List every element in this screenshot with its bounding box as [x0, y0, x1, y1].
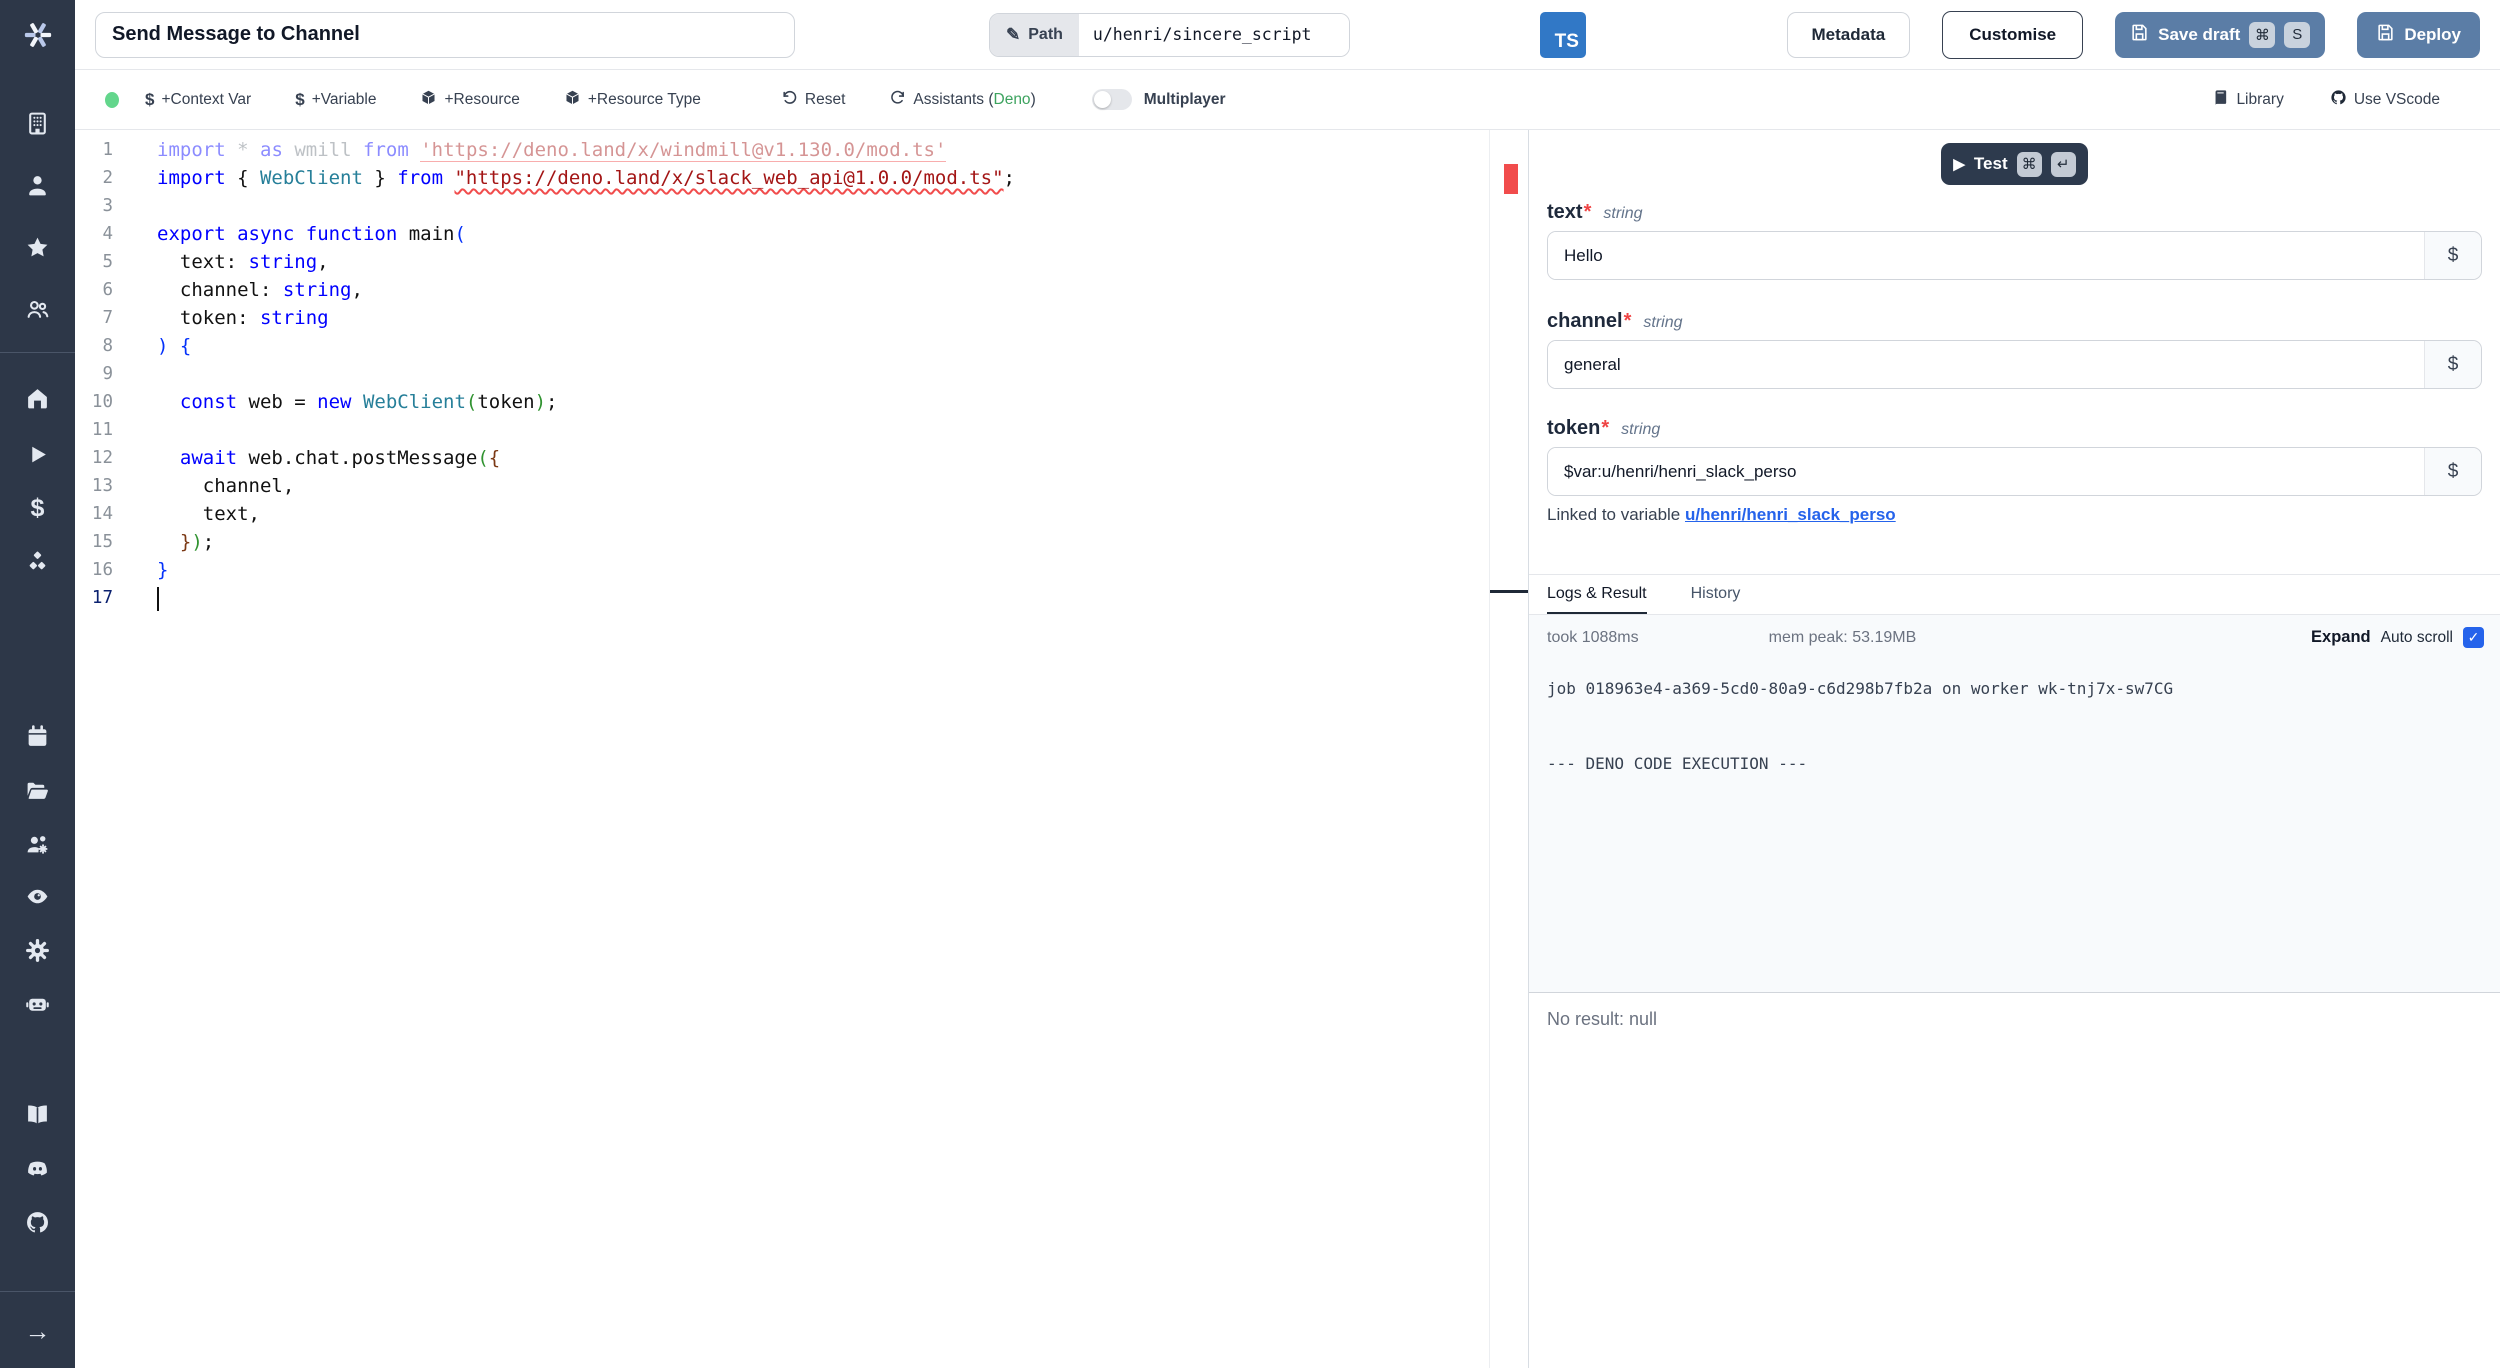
cube-icon — [564, 89, 581, 111]
schedules-calendar-icon[interactable] — [25, 723, 51, 749]
typescript-badge: TS — [1540, 12, 1586, 58]
multiplayer-label: Multiplayer — [1144, 91, 1226, 109]
variables-dollar-icon[interactable]: $ — [25, 495, 51, 521]
result-text: No result: null — [1547, 1009, 1657, 1029]
assistants-lang: Deno — [994, 91, 1031, 108]
dollar-icon: $ — [295, 90, 304, 110]
resources-boxes-icon[interactable] — [25, 549, 51, 575]
cube-icon — [420, 89, 437, 111]
top-header: ✎ Path TS Metadata Customise Save draft … — [75, 0, 2500, 70]
runs-play-icon[interactable] — [25, 441, 51, 467]
channel-field-wrap: $ — [1547, 340, 2482, 389]
insert-variable-button[interactable]: $ — [2424, 341, 2481, 388]
settings-gear-icon[interactable] — [25, 937, 51, 963]
multiplayer-toggle[interactable] — [1092, 89, 1132, 110]
linked-variable-link[interactable]: u/henri/henri_slack_perso — [1685, 505, 1896, 524]
use-vscode-button[interactable]: Use VScode — [2330, 89, 2440, 111]
book-icon — [2212, 89, 2229, 111]
preview-panel: ▶ Test ⌘ ↵ text* string $ — [1528, 130, 2500, 1368]
channel-field-input[interactable] — [1548, 341, 2424, 388]
home-icon[interactable] — [25, 385, 51, 411]
token-field-input[interactable] — [1548, 448, 2424, 495]
add-context-var-button[interactable]: $ +Context Var — [145, 90, 251, 110]
ai-robot-icon[interactable] — [25, 991, 51, 1017]
path-label[interactable]: ✎ Path — [990, 14, 1079, 56]
reset-button[interactable]: Reset — [781, 89, 846, 111]
path-value-input[interactable] — [1079, 14, 1349, 56]
add-variable-button[interactable]: $ +Variable — [295, 90, 376, 110]
folders-icon[interactable] — [25, 777, 51, 803]
add-resource-type-button[interactable]: +Resource Type — [564, 89, 701, 111]
discord-icon[interactable] — [25, 1155, 51, 1181]
save-icon — [2130, 23, 2149, 47]
save-draft-button[interactable]: Save draft ⌘ S — [2115, 12, 2325, 58]
code-lines: 1import * as wmill from 'https://deno.la… — [75, 136, 1528, 612]
field-label-channel: channel* string — [1547, 310, 2482, 333]
run-stats-bar: took 1088ms mem peak: 53.19MB Expand Aut… — [1529, 615, 2500, 660]
enter-key-badge: ↵ — [2051, 152, 2076, 177]
log-area[interactable]: job 018963e4-a369-5cd0-80a9-c6d298b7fb2a… — [1529, 660, 2500, 993]
pencil-icon: ✎ — [1006, 25, 1020, 45]
customise-button[interactable]: Customise — [1942, 11, 2083, 59]
log-output: job 018963e4-a369-5cd0-80a9-c6d298b7fb2a… — [1547, 676, 2482, 776]
token-field-wrap: $ — [1547, 447, 2482, 496]
metadata-button[interactable]: Metadata — [1787, 12, 1911, 58]
windmill-logo-icon[interactable] — [0, 0, 75, 70]
dollar-icon: $ — [145, 90, 154, 110]
text-field-input[interactable] — [1548, 232, 2424, 279]
deploy-button[interactable]: Deploy — [2357, 12, 2480, 58]
favorites-star-icon[interactable] — [25, 234, 51, 260]
code-editor[interactable]: 1import * as wmill from 'https://deno.la… — [75, 130, 1528, 1368]
cmd-key-badge: ⌘ — [2017, 152, 2042, 177]
autoscroll-checkbox[interactable]: ✓ — [2463, 627, 2484, 648]
save-icon — [2376, 23, 2395, 47]
s-key-badge: S — [2284, 22, 2310, 48]
refresh-icon — [889, 89, 906, 111]
result-area: No result: null — [1529, 993, 2500, 1368]
error-overview-marker — [1504, 164, 1518, 194]
result-tabs: Logs & Result History — [1529, 575, 2500, 615]
splitter-handle[interactable] — [1490, 590, 1528, 593]
github-icon[interactable] — [25, 1209, 51, 1235]
tab-history[interactable]: History — [1691, 575, 1741, 614]
run-duration: took 1088ms — [1547, 629, 1639, 647]
workspace-building-icon[interactable] — [25, 110, 51, 136]
collapse-arrow-icon[interactable]: → — [25, 1318, 51, 1344]
test-args-section: ▶ Test ⌘ ↵ text* string $ — [1529, 130, 2500, 575]
editor-toolbar: $ +Context Var $ +Variable +Resource +Re… — [75, 70, 2500, 130]
add-resource-button[interactable]: +Resource — [420, 89, 519, 111]
groups-admin-icon[interactable] — [25, 831, 51, 857]
insert-variable-button[interactable]: $ — [2424, 232, 2481, 279]
editor-right-edge — [1489, 130, 1490, 1368]
tab-logs-result[interactable]: Logs & Result — [1547, 575, 1647, 614]
audit-eye-icon[interactable] — [25, 883, 51, 909]
docs-book-icon[interactable] — [25, 1101, 51, 1127]
connection-status-dot — [105, 92, 119, 108]
insert-variable-button[interactable]: $ — [2424, 448, 2481, 495]
check-icon: ✓ — [2468, 629, 2480, 646]
sidebar: $ — [0, 0, 75, 1368]
path-group[interactable]: ✎ Path — [989, 13, 1350, 57]
cmd-key-badge: ⌘ — [2249, 22, 2275, 48]
mem-peak: mem peak: 53.19MB — [1769, 629, 1917, 647]
expand-button[interactable]: Expand — [2311, 628, 2371, 647]
autoscroll-label: Auto scroll — [2381, 629, 2453, 647]
field-label-token: token* string — [1547, 417, 2482, 440]
undo-icon — [781, 89, 798, 111]
play-icon: ▶ — [1953, 155, 1965, 173]
github-icon — [2330, 89, 2347, 111]
text-field-wrap: $ — [1547, 231, 2482, 280]
user-icon[interactable] — [25, 172, 51, 198]
library-button[interactable]: Library — [2212, 89, 2283, 111]
linked-variable-line: Linked to variable u/henri/henri_slack_p… — [1547, 505, 2482, 525]
script-title-input[interactable] — [95, 12, 795, 58]
windmill-script-editor: $ — [0, 0, 2500, 1368]
test-run-button[interactable]: ▶ Test ⌘ ↵ — [1941, 143, 2087, 185]
field-label-text: text* string — [1547, 201, 2482, 224]
assistants-button[interactable]: Assistants (Deno) — [889, 89, 1035, 111]
groups-icon[interactable] — [25, 296, 51, 322]
